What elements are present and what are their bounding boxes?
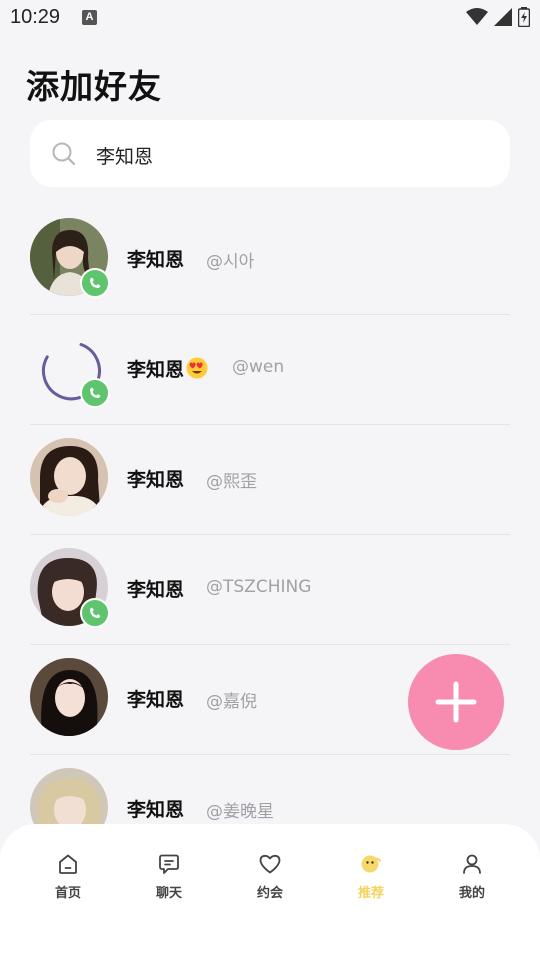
phone-icon: [90, 387, 101, 398]
user-handle: @시아: [206, 252, 255, 272]
status-time: 10:29: [10, 6, 61, 28]
list-item[interactable]: 李知恩 @熙歪: [30, 425, 510, 535]
nav-item-dating[interactable]: 约会: [230, 852, 310, 901]
user-handle: @wen: [232, 357, 285, 377]
battery-icon: [518, 7, 530, 27]
wifi-icon: [466, 8, 488, 25]
profile-icon: [463, 854, 481, 874]
nav-label: 首页: [54, 886, 81, 901]
bottom-nav: 首页 聊天 约会 推荐 我的: [0, 824, 540, 960]
user-handle: @姜晚星: [206, 802, 274, 822]
status-bar: 10:29 A: [0, 0, 540, 36]
user-handle: @嘉倪: [206, 692, 257, 712]
signal-icon: [494, 8, 512, 26]
nav-item-recommend[interactable]: 推荐: [331, 852, 411, 901]
notification-icon: A: [82, 10, 97, 25]
nav-item-profile[interactable]: 我的: [432, 852, 512, 901]
call-badge: [80, 378, 110, 408]
user-name: 李知恩: [127, 579, 185, 601]
search-box[interactable]: [30, 120, 510, 187]
avatar[interactable]: [30, 658, 108, 736]
list-item[interactable]: 李知恩 @wen: [30, 315, 510, 425]
user-name: 李知恩: [127, 355, 208, 382]
heart-icon: [259, 854, 281, 874]
user-name-text: 李知恩: [127, 359, 185, 381]
chat-icon: [159, 854, 179, 874]
user-name: 李知恩: [127, 469, 185, 491]
user-name: 李知恩: [127, 689, 185, 711]
user-handle: @熙歪: [206, 472, 257, 492]
nav-label: 我的: [458, 886, 485, 901]
phone-icon: [90, 277, 101, 288]
user-name: 李知恩: [127, 799, 185, 821]
status-icons: [466, 7, 530, 27]
phone-icon: [90, 607, 101, 618]
nav-label: 聊天: [155, 886, 182, 901]
list-item[interactable]: 李知恩 @시아: [30, 205, 510, 315]
page-title: 添加好友: [26, 67, 162, 106]
avatar[interactable]: [30, 438, 108, 516]
user-handle: @TSZCHING: [206, 577, 312, 597]
nav-label: 约会: [256, 886, 283, 901]
recommend-icon: [361, 855, 381, 873]
search-input[interactable]: [94, 138, 478, 172]
nav-label: 推荐: [357, 886, 384, 901]
plus-icon: [435, 681, 477, 723]
heart-eyes-emoji-icon: [186, 357, 208, 379]
home-icon: [59, 854, 77, 874]
call-badge: [80, 598, 110, 628]
list-item[interactable]: 李知恩 @TSZCHING: [30, 535, 510, 645]
call-badge: [80, 268, 110, 298]
results-list: 李知恩 @시아 李知恩 @wen 李知恩 @熙歪 李知恩 @TSZCHING 李…: [30, 205, 510, 864]
user-name: 李知恩: [127, 249, 185, 271]
add-friend-button[interactable]: [408, 654, 504, 750]
nav-item-home[interactable]: 首页: [28, 852, 108, 901]
nav-item-chat[interactable]: 聊天: [129, 852, 209, 901]
search-icon: [52, 142, 76, 166]
